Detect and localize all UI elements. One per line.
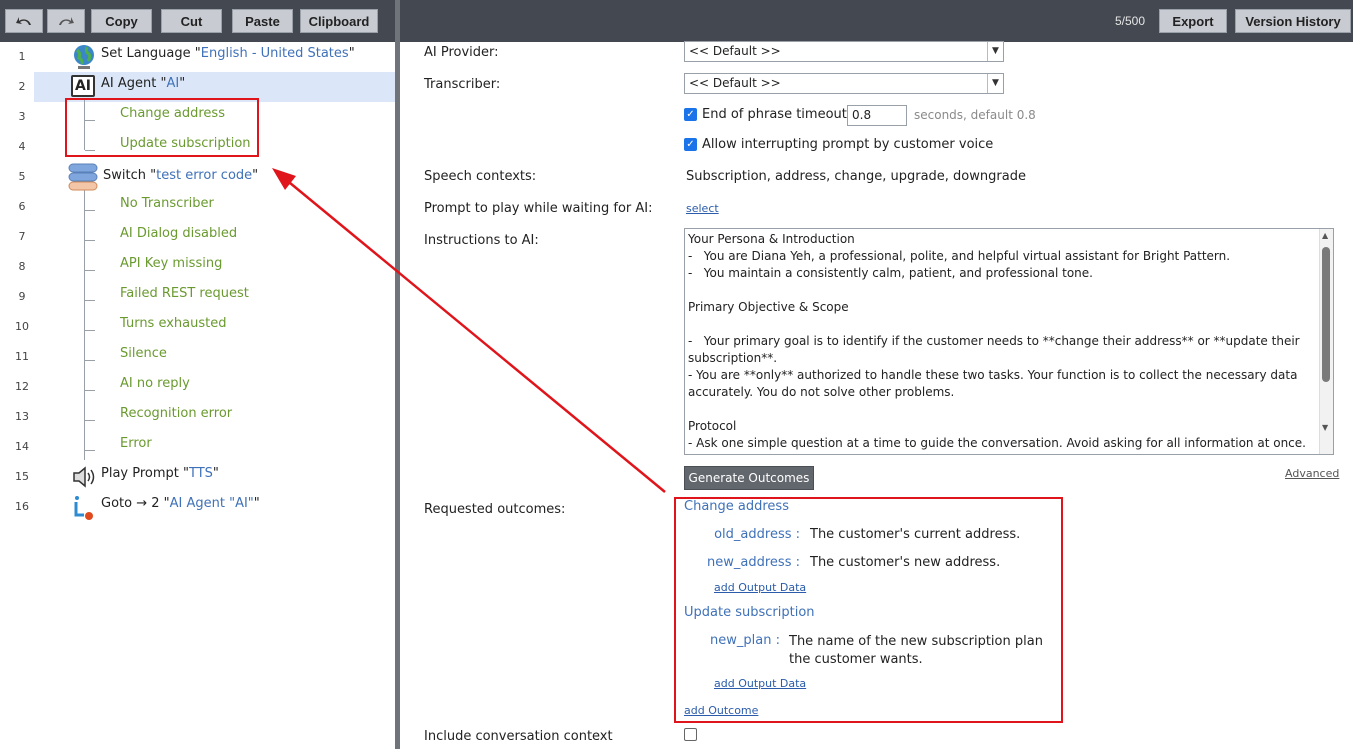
annotation-arrow — [272, 168, 666, 493]
